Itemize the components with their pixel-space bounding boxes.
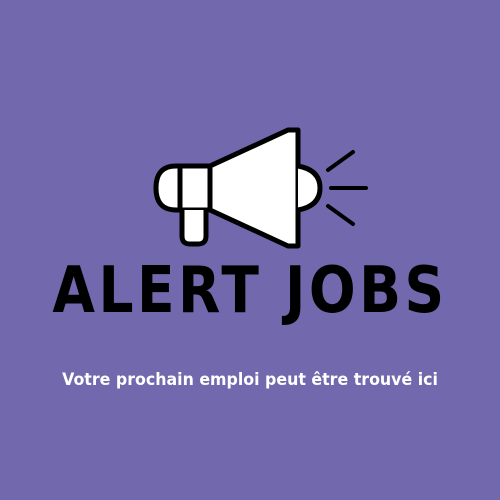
brand-tagline: Votre prochain emploi peut être trouvé i… — [62, 370, 438, 390]
sound-line-top — [326, 150, 355, 172]
megaphone-bell — [207, 127, 301, 249]
megaphone-handle — [179, 210, 209, 247]
sound-line-bottom — [326, 204, 355, 226]
brand-title: ALERT JOBS — [52, 254, 448, 328]
megaphone-body — [177, 163, 213, 213]
megaphone-mouth — [297, 163, 323, 213]
megaphone-cap — [153, 163, 183, 213]
